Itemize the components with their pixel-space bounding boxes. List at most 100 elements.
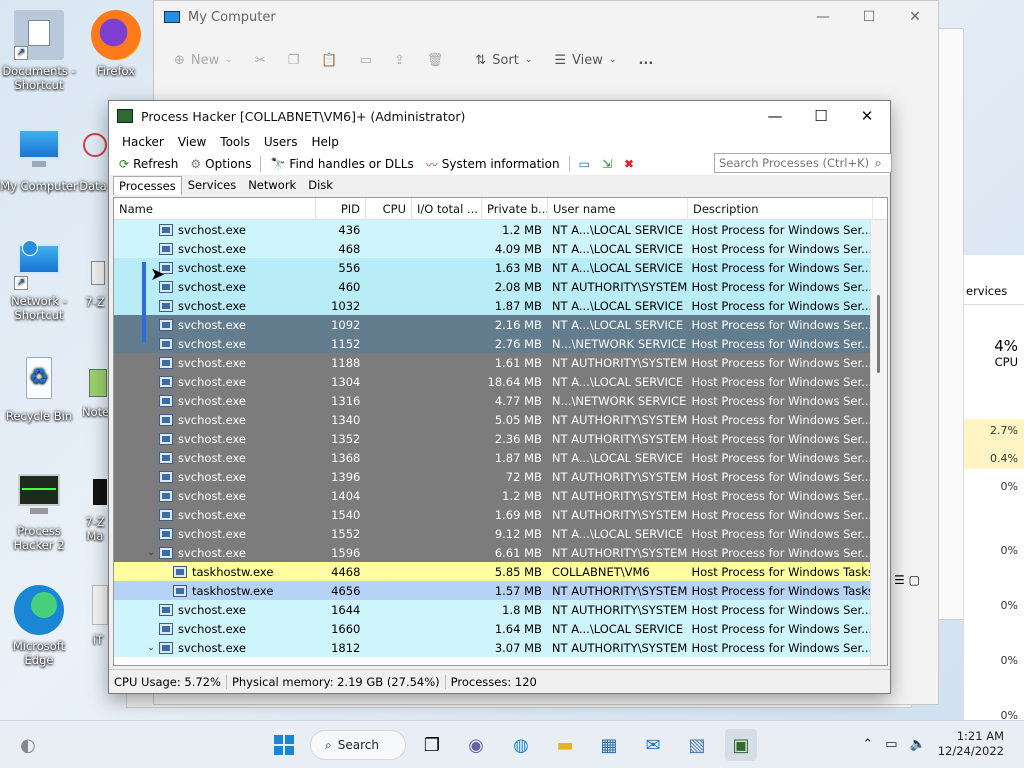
- share-icon[interactable]: ⇪: [394, 53, 405, 68]
- table-row[interactable]: svchost.exe 1540 1.69 MB NT AUTHORITY\SYSTE…: [114, 505, 871, 524]
- search-icon[interactable]: ⌕: [875, 156, 882, 171]
- window-titlebar[interactable]: Process Hacker [COLLABNET\VM6]+ (Adminis…: [109, 101, 890, 131]
- mail-icon[interactable]: ✉: [637, 729, 669, 761]
- desktop-icon-recycle-bin[interactable]: ♻ Recycle Bin: [0, 355, 78, 423]
- column-header-pid[interactable]: PID: [316, 198, 366, 219]
- chevron-down-icon[interactable]: ⌄: [146, 548, 156, 558]
- table-row[interactable]: svchost.exe 1092 2.16 MB NT A...\LOCAL SERV…: [114, 315, 871, 334]
- menu-users[interactable]: Users: [257, 135, 305, 149]
- new-button[interactable]: ⊕ New ⌄: [174, 53, 233, 68]
- paste-icon[interactable]: 📋: [321, 53, 337, 68]
- tab-services[interactable]: ervices: [966, 284, 1007, 298]
- close-red-icon[interactable]: ✖: [618, 157, 640, 171]
- edge-taskbar-icon[interactable]: ◍: [505, 729, 537, 761]
- window-icon[interactable]: ▭: [573, 157, 596, 171]
- menu-help[interactable]: Help: [304, 135, 345, 149]
- table-row[interactable]: svchost.exe 460 2.08 MB NT AUTHORITY\SYSTEM…: [114, 277, 871, 296]
- scrollbar-thumb[interactable]: [877, 295, 880, 373]
- table-row[interactable]: svchost.exe 1352 2.36 MB NT AUTHORITY\SYSTE…: [114, 429, 871, 448]
- tab-network[interactable]: Network: [242, 175, 302, 195]
- delete-icon[interactable]: 🗑: [427, 53, 444, 68]
- sort-button[interactable]: ⇅ Sort ⌄: [475, 53, 532, 68]
- maximize-button[interactable]: ☐: [846, 1, 892, 33]
- more-options-button[interactable]: ...: [638, 53, 653, 68]
- column-header-user[interactable]: User name: [548, 198, 688, 219]
- menu-hacker[interactable]: Hacker: [115, 135, 171, 149]
- network-icon[interactable]: ▭: [885, 737, 897, 752]
- table-row[interactable]: svchost.exe 1368 1.87 MB NT A...\LOCAL SERV…: [114, 448, 871, 467]
- desktop-icon-process-hacker[interactable]: Process Hacker 2: [0, 470, 78, 552]
- desktop-icon-notepad[interactable]: Note: [82, 365, 108, 419]
- copy-icon[interactable]: ❐: [288, 53, 300, 68]
- column-header-name[interactable]: Name: [114, 198, 316, 219]
- desktop-icon-firefox[interactable]: Firefox: [77, 10, 155, 78]
- close-button[interactable]: ✕: [844, 101, 890, 131]
- table-row[interactable]: svchost.exe 1340 5.05 MB NT AUTHORITY\SYSTE…: [114, 410, 871, 429]
- rename-icon[interactable]: ▭: [360, 53, 372, 68]
- column-header-io[interactable]: I/O total ...: [412, 198, 482, 219]
- menu-tools[interactable]: Tools: [213, 135, 257, 149]
- table-row[interactable]: svchost.exe 1032 1.87 MB NT A...\LOCAL SERV…: [114, 296, 871, 315]
- taskbar-search[interactable]: ⌕ Search: [310, 730, 406, 760]
- table-row[interactable]: svchost.exe 1404 1.2 MB NT AUTHORITY\SYSTEM…: [114, 486, 871, 505]
- volume-icon[interactable]: 🔈: [910, 737, 926, 752]
- photos-icon[interactable]: ▧: [681, 729, 713, 761]
- tab-disk[interactable]: Disk: [302, 175, 339, 195]
- table-row[interactable]: svchost.exe 1152 2.76 MB N...\NETWORK SERVI…: [114, 334, 871, 353]
- process-hacker-taskbar-icon[interactable]: ▣: [725, 729, 757, 761]
- table-row[interactable]: taskhostw.exe 4656 1.57 MB NT AUTHORITY\SYS…: [114, 581, 871, 600]
- clock[interactable]: 1:21 AM 12/24/2022: [938, 729, 1004, 759]
- chevron-down-icon[interactable]: ⌄: [146, 643, 156, 653]
- desktop-icon-my-computer[interactable]: My Computer: [0, 125, 78, 193]
- table-row[interactable]: svchost.exe 1304 18.64 MB NT A...\LOCAL SER…: [114, 372, 871, 391]
- table-row[interactable]: svchost.exe 1188 1.61 MB NT AUTHORITY\SYSTE…: [114, 353, 871, 372]
- chevron-up-icon[interactable]: ⌃: [862, 737, 873, 752]
- task-manager-partial[interactable]: ervices 4% CPU 2.7% 0.4% 0% 0% 0% 0% 0% …: [963, 255, 1024, 768]
- maximize-button[interactable]: ☐: [798, 101, 844, 131]
- table-row[interactable]: svchost.exe 1644 1.8 MB NT AUTHORITY\SYSTEM…: [114, 600, 871, 619]
- table-row[interactable]: svchost.exe 436 1.2 MB NT A...\LOCAL SERVIC…: [114, 220, 871, 239]
- system-information-button[interactable]: 〰 System information: [420, 156, 566, 173]
- table-row[interactable]: svchost.exe 1552 9.12 MB NT A...\LOCAL SERV…: [114, 524, 871, 543]
- desktop-icon-edge[interactable]: Microsoft Edge: [0, 585, 78, 667]
- options-button[interactable]: ⚙ Options: [184, 157, 257, 171]
- close-button[interactable]: ✕: [892, 1, 938, 33]
- find-handles-button[interactable]: 🔭 Find handles or DLLs: [264, 157, 419, 171]
- table-row[interactable]: svchost.exe 1316 4.77 MB N...\NETWORK SERVI…: [114, 391, 871, 410]
- desktop-icon-network[interactable]: ↗ Network - Shortcut: [0, 240, 78, 322]
- task-view-icon[interactable]: ❐: [416, 729, 448, 761]
- desktop-icon-data[interactable]: Data: [78, 125, 108, 193]
- desktop-icon-7zip[interactable]: 7-Z: [82, 255, 108, 309]
- table-row[interactable]: svchost.exe 556 1.63 MB NT A...\LOCAL SERVI…: [114, 258, 871, 277]
- table-row[interactable]: ⌄ svchost.exe 1596 6.61 MB NT AUTHORITY\SYST…: [114, 543, 871, 562]
- desktop-icon-it[interactable]: iT: [88, 585, 108, 647]
- desktop-icon-7zip-manager[interactable]: 7-Z Ma: [82, 475, 108, 543]
- vertical-scrollbar[interactable]: [870, 220, 887, 665]
- process-table[interactable]: Name PID CPU I/O total ... Private b... …: [113, 197, 888, 666]
- table-row[interactable]: svchost.exe 1660 1.64 MB NT A...\LOCAL SERV…: [114, 619, 871, 638]
- table-row[interactable]: svchost.exe 1396 72 MB NT AUTHORITY\SYSTEM H…: [114, 467, 871, 486]
- minimize-button[interactable]: —: [800, 1, 846, 33]
- window-arrow-icon[interactable]: ⇲: [596, 157, 618, 171]
- table-row[interactable]: svchost.exe 468 4.09 MB NT A...\LOCAL SERVI…: [114, 239, 871, 258]
- refresh-button[interactable]: ⟳ Refresh: [113, 157, 184, 171]
- widgets-icon[interactable]: ◐: [12, 729, 44, 761]
- view-button[interactable]: ☰ View ⌄: [554, 53, 616, 68]
- tab-services[interactable]: Services: [182, 175, 243, 195]
- teams-chat-icon[interactable]: ◉: [460, 729, 492, 761]
- table-row[interactable]: taskhostw.exe 4468 5.85 MB COLLABNET\VM6 Hos…: [114, 562, 871, 581]
- search-processes-input[interactable]: [714, 153, 892, 173]
- tab-processes[interactable]: Processes: [113, 176, 182, 195]
- process-hacker-window[interactable]: Process Hacker [COLLABNET\VM6]+ (Adminis…: [108, 100, 892, 694]
- column-header-cpu[interactable]: CPU: [366, 198, 412, 219]
- column-header-private-bytes[interactable]: Private b...: [482, 198, 548, 219]
- view-toggle-icons[interactable]: ☰ ▢: [894, 573, 920, 587]
- desktop-icon-documents[interactable]: ↗ Documents - Shortcut: [0, 10, 78, 92]
- file-explorer-icon[interactable]: ▬: [549, 729, 581, 761]
- menu-view[interactable]: View: [171, 135, 213, 149]
- start-button[interactable]: [268, 729, 300, 761]
- column-header-description[interactable]: Description: [688, 198, 873, 219]
- store-icon[interactable]: ▦: [593, 729, 625, 761]
- cut-icon[interactable]: ✂: [255, 53, 266, 68]
- minimize-button[interactable]: —: [752, 101, 798, 131]
